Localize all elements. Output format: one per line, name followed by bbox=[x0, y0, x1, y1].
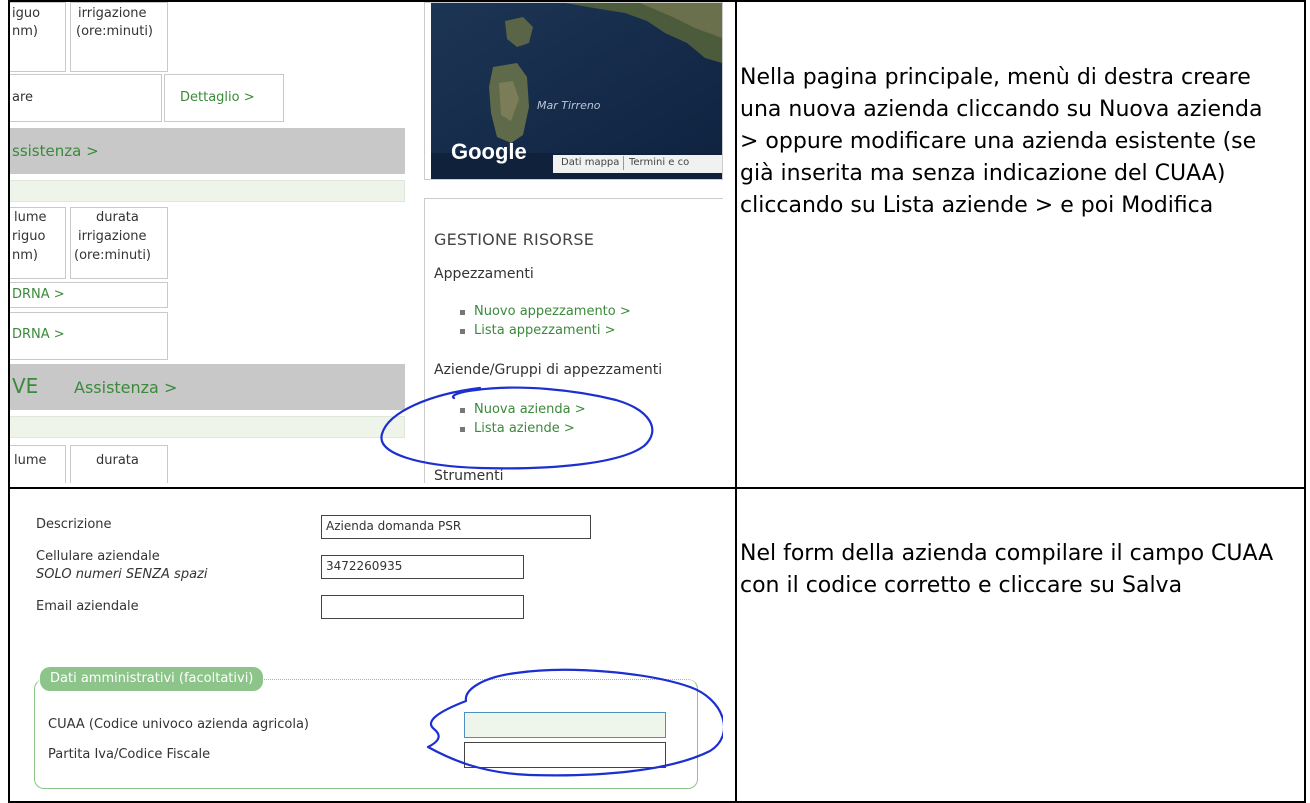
section-heading: Aziende/Gruppi di appezzamenti bbox=[434, 362, 663, 378]
cellulare-input[interactable]: 3472260935 bbox=[321, 555, 524, 579]
fieldset-legend: Dati amministrativi (facoltativi) bbox=[40, 667, 264, 691]
panel-title: GESTIONE RISORSE bbox=[434, 230, 595, 249]
descrizione-label: Descrizione bbox=[36, 517, 112, 532]
col-header-text: durata bbox=[96, 210, 139, 225]
dettaglio-link[interactable]: Dettaglio > bbox=[180, 90, 255, 105]
section-bar bbox=[10, 364, 405, 410]
cellulare-hint: SOLO numeri SENZA spazi bbox=[36, 567, 208, 582]
col-header-text: irrigazione bbox=[78, 6, 147, 21]
map-data-link[interactable]: Dati mappa bbox=[561, 157, 619, 168]
instruction-text-1: Nella pagina principale, menù di destra … bbox=[740, 65, 1263, 218]
cuaa-label: CUAA (Codice univoco azienda agricola) bbox=[48, 717, 310, 732]
section-heading: Strumenti bbox=[434, 468, 504, 483]
column-divider bbox=[735, 2, 737, 801]
google-logo: Google bbox=[451, 139, 527, 164]
cell-text: are bbox=[12, 90, 34, 105]
email-label: Email aziendale bbox=[36, 599, 139, 614]
col-header-text: durata bbox=[96, 453, 139, 468]
col-header-text: riguo bbox=[12, 229, 46, 244]
footer-divider bbox=[623, 156, 624, 170]
col-header-text: iguo bbox=[12, 6, 41, 21]
section-strip bbox=[10, 416, 405, 438]
cellulare-label: Cellulare aziendale bbox=[36, 549, 160, 564]
aziende-menu: Nuova azienda > Lista aziende > bbox=[456, 400, 586, 438]
col-header-text: irrigazione bbox=[78, 229, 147, 244]
col-header-text: (ore:minuti) bbox=[76, 24, 153, 39]
nuova-azienda-link[interactable]: Nuova azienda > bbox=[456, 400, 586, 419]
screenshot-main-page: iguo nm) irrigazione (ore:minuti) are De… bbox=[10, 2, 723, 483]
giorna-link[interactable]: DRNA > bbox=[12, 287, 65, 302]
instruction-text-2: Nel form della azienda compilare il camp… bbox=[740, 541, 1274, 598]
giorna-link[interactable]: DRNA > bbox=[12, 327, 65, 342]
map-panel: Mar Tirreno Google Dati mappa Termini e … bbox=[424, 2, 723, 180]
col-header-text: (ore:minuti) bbox=[74, 248, 151, 263]
piva-input[interactable] bbox=[464, 742, 666, 768]
section-title: VE bbox=[12, 374, 39, 398]
assistenza-link[interactable]: ssistenza > bbox=[12, 142, 99, 160]
map-terms-link[interactable]: Termini e co bbox=[629, 157, 689, 168]
section-heading: Appezzamenti bbox=[434, 266, 534, 282]
map-sea-label: Mar Tirreno bbox=[537, 99, 601, 112]
piva-label: Partita Iva/Codice Fiscale bbox=[48, 747, 211, 762]
col-header-text: lume bbox=[14, 453, 47, 468]
cuaa-input[interactable] bbox=[464, 712, 666, 738]
email-input[interactable] bbox=[321, 595, 524, 619]
screenshot-azienda-form: Descrizione Azienda domanda PSR Cellular… bbox=[10, 489, 723, 801]
col-header-text: nm) bbox=[12, 248, 38, 263]
lista-aziende-link[interactable]: Lista aziende > bbox=[456, 419, 586, 438]
descrizione-input[interactable]: Azienda domanda PSR bbox=[321, 515, 591, 539]
col-header-text: nm) bbox=[12, 24, 38, 39]
appezzamenti-menu: Nuovo appezzamento > Lista appezzamenti … bbox=[456, 302, 631, 340]
col-header-text: lume bbox=[14, 210, 47, 225]
lista-appezzamenti-link[interactable]: Lista appezzamenti > bbox=[456, 321, 631, 340]
section-strip bbox=[10, 180, 405, 202]
assistenza-link[interactable]: Assistenza > bbox=[74, 378, 177, 397]
nuovo-appezzamento-link[interactable]: Nuovo appezzamento > bbox=[456, 302, 631, 321]
